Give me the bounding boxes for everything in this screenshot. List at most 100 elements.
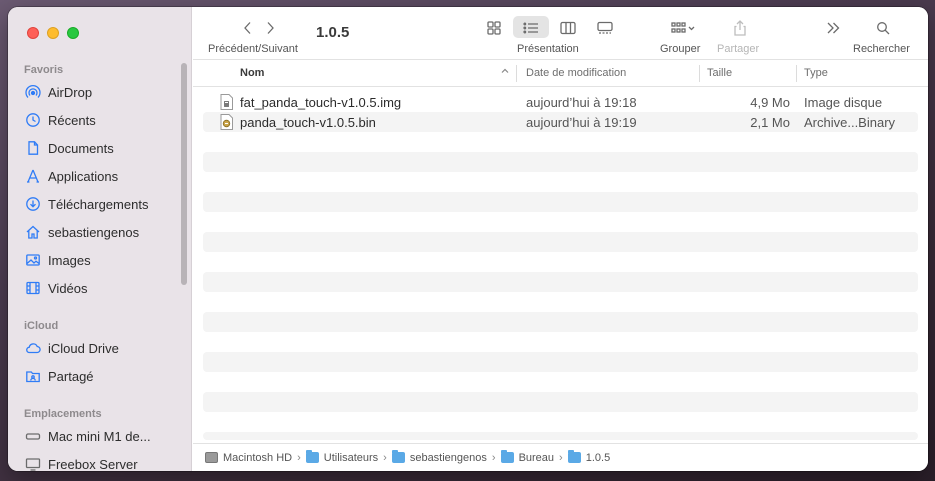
close-button[interactable] [27,27,39,39]
view-label: Présentation [517,43,579,55]
column-separator[interactable] [699,65,700,82]
back-button[interactable] [238,18,258,38]
cloud-icon [24,340,41,357]
more-toolbar-button[interactable] [823,18,843,38]
airdrop-icon [24,84,41,101]
group-icon [671,22,695,33]
path-item-label: Utilisateurs [323,451,379,464]
sidebar-item-label: Applications [48,168,119,184]
file-row[interactable]: panda_touch-v1.0.5.bin aujourd’hui à 19:… [203,112,918,132]
file-list: fat_panda_touch-v1.0.5.img aujourd’hui à… [203,92,918,132]
path-item-label: sebastiengenos [409,451,487,464]
home-folder-icon [391,450,405,463]
shared-folder-icon [24,368,41,385]
section-favorites-title: Favoris [24,64,64,76]
window-title: 1.0.5 [316,24,350,41]
path-item-label: 1.0.5 [585,451,611,464]
sidebar-item-label: sebastiengenos [48,224,140,240]
sidebar-item-icloud-drive[interactable]: iCloud Drive [24,338,119,358]
chevron-right-icon: › [297,451,301,464]
sidebar-item-label: Téléchargements [48,196,149,212]
group-label: Grouper [660,43,701,55]
path-item-label: Bureau [518,451,555,464]
empty-row-stripe [203,272,918,292]
hard-drive-icon [205,452,218,463]
document-icon [24,140,41,157]
zoom-button[interactable] [67,27,79,39]
column-view-button[interactable] [558,18,578,38]
forward-button[interactable] [260,18,280,38]
sidebar-item-videos[interactable]: Vidéos [24,278,88,298]
folder-icon [500,450,514,463]
gallery-view-button[interactable] [595,18,615,38]
column-date-header[interactable]: Date de modification [526,67,626,79]
chevron-right-icon [267,22,274,34]
search-label: Rechercher [853,43,910,55]
path-item-current[interactable]: 1.0.5 [567,450,611,464]
file-row[interactable]: fat_panda_touch-v1.0.5.img aujourd’hui à… [203,92,918,112]
sidebar: Favoris AirDrop Récents Documents Applic… [8,7,192,471]
toolbar: Précédent/Suivant 1.0.5 Présentation Gro… [193,7,928,60]
section-icloud-title: iCloud [24,320,59,332]
share-button[interactable] [730,18,750,38]
group-button[interactable] [667,18,701,38]
sidebar-item-applications[interactable]: Applications [24,166,118,186]
film-icon [24,280,41,297]
empty-row-stripe [203,352,918,372]
chevron-right-icon: › [491,451,496,464]
sidebar-item-label: Récents [48,112,96,128]
search-button[interactable] [873,18,893,38]
column-separator[interactable] [796,65,797,82]
section-locations-title: Emplacements [24,408,102,420]
computer-icon [24,428,41,445]
chevron-left-icon [244,22,251,34]
sidebar-item-documents[interactable]: Documents [24,138,114,158]
sidebar-item-airdrop[interactable]: AirDrop [24,82,92,102]
display-icon [24,456,41,472]
sidebar-item-downloads[interactable]: Téléchargements [24,194,148,214]
list-view-button[interactable] [521,18,541,38]
icon-view-button[interactable] [484,18,504,38]
sidebar-item-label: Mac mini M1 de... [48,428,151,444]
path-item-users[interactable]: Utilisateurs [305,450,379,464]
sidebar-item-home[interactable]: sebastiengenos [24,222,139,242]
chevron-right-icon: › [383,451,387,464]
column-name-header[interactable]: Nom [240,67,264,79]
empty-row-stripe [203,192,918,212]
sidebar-item-mac-mini[interactable]: Mac mini M1 de... [24,426,151,446]
file-type: Archive...Binary [804,114,896,130]
share-label: Partager [717,43,760,55]
empty-row-stripe [203,312,918,332]
chevron-double-right-icon [827,22,840,34]
photo-icon [24,252,41,269]
file-size: 4,9 Mo [750,94,790,110]
sidebar-item-freebox[interactable]: Freebox Server [24,454,138,471]
list-icon [523,22,538,34]
folder-icon [305,450,319,463]
empty-row-stripe [203,232,918,252]
sidebar-item-shared[interactable]: Partagé [24,366,94,386]
file-date: aujourd’hui à 19:18 [526,94,637,110]
path-item-home[interactable]: sebastiengenos [391,450,487,464]
gallery-icon [597,21,613,34]
sidebar-scrollbar[interactable] [181,63,187,285]
column-separator[interactable] [516,65,517,82]
empty-row-stripe [203,152,918,172]
chevron-up-icon[interactable] [500,66,510,79]
nav-label: Précédent/Suivant [208,43,298,55]
file-name: fat_panda_touch-v1.0.5.img [240,94,402,110]
column-size-header[interactable]: Taille [707,67,732,79]
search-icon [877,22,890,35]
path-item-label: Macintosh HD [223,451,293,464]
chevron-right-icon: › [559,451,563,464]
path-item-desktop[interactable]: Bureau [500,450,555,464]
clock-icon [24,112,41,129]
sidebar-item-images[interactable]: Images [24,250,91,270]
sidebar-item-recents[interactable]: Récents [24,110,96,130]
minimize-button[interactable] [47,27,59,39]
folder-icon [567,450,581,463]
path-item-macintosh-hd[interactable]: Macintosh HD [205,452,292,464]
sidebar-item-label: Freebox Server [48,456,138,472]
column-type-header[interactable]: Type [804,67,828,79]
finder-window: Favoris AirDrop Récents Documents Applic… [8,7,928,471]
